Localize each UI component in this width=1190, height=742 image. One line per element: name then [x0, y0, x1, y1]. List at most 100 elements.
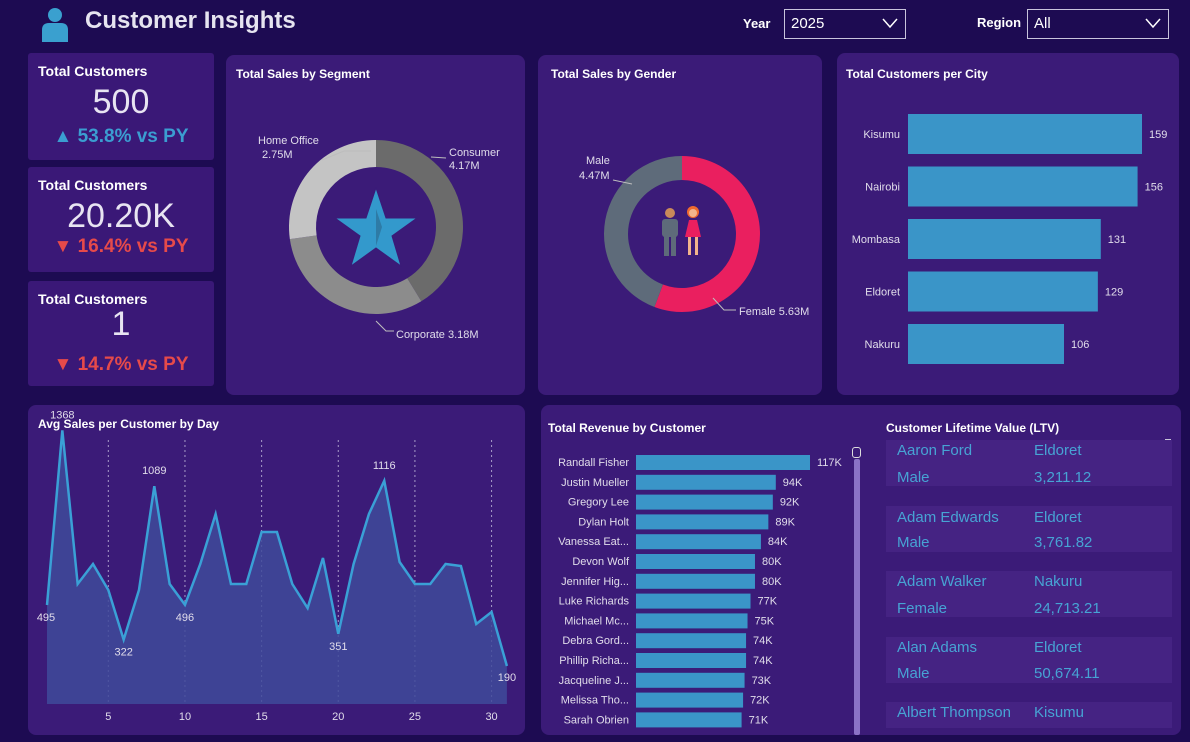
city-tick-label: Mombasa	[852, 234, 901, 246]
revenue-tick-label: Michael Mc...	[564, 615, 629, 627]
revenue-tick-label: Debra Gord...	[562, 635, 629, 647]
ltv-value: 24,713.21	[1034, 600, 1101, 617]
donut-slice-corporate[interactable]	[289, 235, 422, 314]
customer-icon	[40, 6, 70, 42]
revenue-value-label: 94K	[783, 477, 803, 489]
data-label: 322	[114, 647, 132, 659]
segment-chart-card: Total Sales by Segment Home Office 2.75M…	[226, 55, 525, 395]
year-dropdown[interactable]: 2025	[784, 9, 906, 39]
gender-value-male: 4.47M	[579, 170, 610, 182]
city-value-label: 129	[1105, 287, 1123, 299]
kpi-delta: ▼ 14.7% vs PY	[53, 354, 189, 375]
revenue-bar[interactable]	[636, 712, 742, 728]
revenue-tick-label: Luke Richards	[559, 596, 630, 608]
gender-label-female: Female 5.63M	[739, 306, 809, 318]
revenue-bar[interactable]	[636, 474, 776, 490]
revenue-value-label: 80K	[762, 576, 782, 588]
x-tick-label: 20	[332, 711, 344, 723]
region-value: All	[1034, 15, 1051, 32]
ltv-name: Alan Adams	[897, 639, 978, 656]
city-bar[interactable]	[908, 114, 1142, 154]
revenue-bar[interactable]	[636, 514, 769, 530]
kpi-delta: ▼ 16.4% vs PY	[53, 236, 189, 257]
revenue-value-label: 75K	[755, 615, 775, 627]
data-label: 1089	[142, 465, 166, 477]
revenue-tick-label: Jennifer Hig...	[561, 576, 629, 588]
city-tick-label: Nairobi	[865, 182, 900, 194]
ltv-city: Eldoret	[1034, 442, 1082, 459]
ltv-list-item[interactable]: Aaron Ford Eldoret Male 3,211.12	[886, 440, 1172, 486]
ltv-value: 3,761.82	[1034, 534, 1093, 551]
x-tick-label: 30	[485, 711, 497, 723]
revenue-value-label: 84K	[768, 536, 788, 548]
ltv-gender: Male	[897, 469, 930, 486]
revenue-tick-label: Gregory Lee	[568, 497, 629, 509]
page-title: Customer Insights	[85, 7, 296, 34]
city-value-label: 106	[1071, 339, 1089, 351]
city-bar[interactable]	[908, 166, 1138, 207]
revenue-value-label: 92K	[780, 497, 800, 509]
revenue-bar[interactable]	[636, 455, 810, 470]
revenue-bar[interactable]	[636, 534, 761, 550]
revenue-value-label: 117K	[817, 457, 843, 469]
ltv-city: Eldoret	[1034, 639, 1082, 656]
revenue-bar[interactable]	[636, 653, 747, 668]
revenue-value-label: 74K	[753, 655, 773, 667]
kpi-card-total-customers: Total Customers 500 ▲ 53.8% vs PY	[28, 53, 214, 160]
revenue-tick-label: Melissa Tho...	[561, 695, 629, 707]
day-area-chart: 5 10 15 20 25 30 495 1368 322 1089 496 351 1116 190	[37, 409, 516, 723]
segment-donut: Home Office 2.75M Consumer 4.17M Corpora…	[258, 135, 500, 341]
revenue-value-label: 80K	[762, 556, 782, 568]
revenue-bar[interactable]	[636, 593, 751, 609]
ltv-city: Nakuru	[1034, 573, 1083, 590]
revenue-bar[interactable]	[636, 554, 755, 569]
male-person-icon	[662, 208, 678, 256]
ltv-title: Customer Lifetime Value (LTV)	[886, 421, 1060, 435]
city-tick-label: Nakuru	[865, 339, 900, 351]
ltv-list-item[interactable]: Adam Edwards Eldoret Male 3,761.82	[886, 506, 1172, 552]
segment-label-home-office: Home Office	[258, 135, 319, 147]
revenue-bar[interactable]	[636, 494, 773, 510]
gender-chart-card: Total Sales by Gender Male 4.47M Female …	[538, 55, 822, 395]
ltv-city: Eldoret	[1034, 509, 1082, 526]
city-bar[interactable]	[908, 324, 1064, 364]
segment-label-consumer: Consumer	[449, 147, 500, 159]
kpi-delta: ▲ 53.8% vs PY	[53, 126, 189, 147]
revenue-value-label: 72K	[750, 695, 770, 707]
gender-label-male: Male	[586, 155, 610, 167]
ltv-list-item[interactable]: Alan Adams Eldoret Male 50,674.11	[886, 637, 1172, 683]
revenue-bar[interactable]	[636, 613, 748, 629]
revenue-tick-label: Justin Mueller	[561, 477, 629, 489]
revenue-tick-label: Vanessa Eat...	[558, 536, 629, 548]
revenue-bar-chart: Randall Fisher 117K Justin Mueller 94K Grego…	[558, 455, 843, 728]
x-tick-label: 10	[179, 711, 191, 723]
city-value-label: 156	[1145, 182, 1163, 194]
ltv-name: Aaron Ford	[897, 442, 973, 459]
city-chart-card: Total Customers per City Kisumu 159 Nairob…	[837, 53, 1179, 395]
revenue-bar[interactable]	[636, 672, 745, 688]
ltv-value: 50,674.11	[1034, 665, 1100, 682]
scroll-up-icon[interactable]	[852, 447, 861, 458]
revenue-bar[interactable]	[636, 573, 755, 589]
city-bar[interactable]	[908, 271, 1098, 312]
gender-donut: Male 4.47M Female 5.63M	[579, 155, 809, 318]
segment-label-corporate: Corporate 3.18M	[396, 329, 479, 341]
ltv-value: 3,211.12	[1034, 469, 1092, 486]
city-bar[interactable]	[908, 219, 1101, 259]
revenue-scrollbar[interactable]	[854, 459, 860, 735]
city-tick-label: Eldoret	[865, 287, 900, 299]
female-person-icon	[685, 206, 701, 255]
ltv-list-item[interactable]: Adam Walker Nakuru Female 24,713.21	[886, 571, 1172, 617]
ltv-name: Albert Thompson	[897, 704, 1011, 721]
revenue-bar[interactable]	[636, 692, 744, 708]
city-value-label: 159	[1149, 129, 1167, 141]
revenue-bar[interactable]	[636, 633, 747, 649]
revenue-value-label: 74K	[753, 635, 773, 647]
year-label: Year	[743, 16, 771, 31]
region-dropdown[interactable]: All	[1027, 9, 1169, 39]
city-tick-label: Kisumu	[863, 129, 900, 141]
revenue-tick-label: Phillip Richa...	[559, 655, 629, 667]
segment-value-consumer: 4.17M	[449, 160, 480, 172]
ltv-list-item[interactable]: Albert Thompson Kisumu	[886, 702, 1172, 728]
revenue-tick-label: Devon Wolf	[572, 556, 630, 568]
